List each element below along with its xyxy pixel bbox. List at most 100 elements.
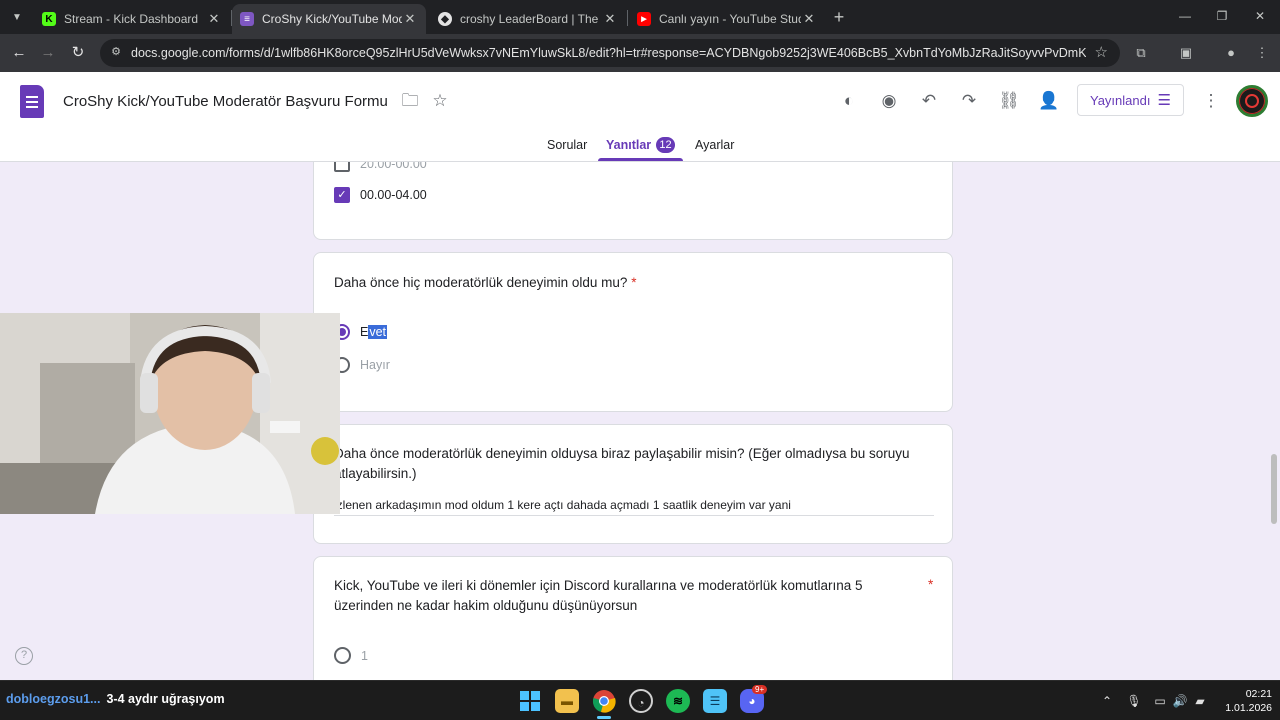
close-window-icon[interactable]: ✕ [1250,6,1270,26]
option-checkbox[interactable]: ✓ 00.00-04.00 [334,187,427,203]
address-bar[interactable]: ⚙ docs.google.com/forms/d/1wlfb86HK8orce… [100,39,1120,67]
link-icon[interactable]: ⛓ [997,89,1021,113]
tab-settings[interactable]: Ayarlar [695,138,734,152]
tab-leaderboard[interactable]: ◆ croshy LeaderBoard | The best ✕ [430,4,626,34]
active-tab-indicator [598,158,683,161]
checkbox-checked[interactable]: ✓ [334,187,350,203]
google-forms-logo-icon[interactable] [20,85,44,118]
bookmark-star-icon[interactable]: ☆ [1095,43,1108,61]
option-radio[interactable]: 1 [334,647,368,664]
tab-youtube-studio[interactable]: ▶ Canlı yayın - YouTube Studio ✕ [629,4,825,34]
chrome-menu-icon[interactable]: ⋮ [1252,43,1272,63]
forms-header: CroShy Kick/YouTube Moderatör Başvuru Fo… [0,72,1280,162]
publish-label: Yayınlandı [1090,92,1151,108]
extensions-icon[interactable]: ⧉ [1131,43,1151,63]
required-asterisk: * [928,577,934,592]
required-asterisk: * [631,275,637,290]
question-title: Daha önce hiç moderatörlük deneyimin old… [334,275,637,290]
more-options-icon[interactable]: ⋮ [1199,89,1223,113]
clock-date: 1.01.2026 [1225,702,1272,714]
undo-icon[interactable]: ↶ [917,89,941,113]
browser-tab-bar: ▼ K Stream - Kick Dashboard ✕ ≡ CroShy K… [0,0,1280,34]
option-label: 00.00-04.00 [360,188,427,202]
webcam-person-image [0,313,340,514]
tab-croshy-form[interactable]: ≡ CroShy Kick/YouTube Moderatö ✕ [232,4,426,34]
tab-title: CroShy Kick/YouTube Moderatö [262,12,402,26]
tab-title: Stream - Kick Dashboard [64,12,199,26]
spotify-icon[interactable]: ≋ [666,689,690,713]
selected-text-highlight: vet [368,325,388,339]
folder-icon[interactable]: 🗀 [398,89,422,113]
tab-title: Canlı yayın - YouTube Studio [659,12,801,26]
battery-icon[interactable]: ▰ [1192,693,1208,709]
option-radio[interactable]: Hayır [334,357,390,373]
site-info-icon[interactable]: ⚙ [108,45,124,61]
avatar[interactable] [1236,85,1268,117]
redo-icon[interactable]: ↷ [957,89,981,113]
forward-icon[interactable]: → [37,42,59,64]
obs-icon[interactable]: ◔ [629,689,653,713]
windows-taskbar: dobloegzosu1... 3-4 aydır uğraşıyom ▬ ◔ ≋… [0,680,1280,720]
chat-message: 3-4 aydır uğraşıyom [106,692,225,706]
question-card-time: 20.00-00.00 ✓ 00.00-04.00 [313,162,953,240]
form-tabs: Sorular Yanıtlar 12 Ayarlar [0,134,1280,162]
network-icon[interactable]: ▭ [1152,693,1168,709]
option-checkbox[interactable]: 20.00-00.00 [334,162,427,172]
responses-count-badge: 12 [656,137,675,153]
add-collaborator-icon[interactable]: 👤 [1037,89,1061,113]
show-hidden-icons-icon[interactable]: ⌃ [1099,693,1115,709]
clock-time: 02:21 [1245,688,1272,700]
close-icon[interactable]: ✕ [602,11,618,27]
checkbox-unchecked[interactable] [334,162,350,172]
tab-search-icon[interactable]: ▼ [6,6,28,28]
profile-icon[interactable]: ● [1221,43,1241,63]
discord-notification-badge: 9+ [752,685,768,694]
star-icon[interactable]: ☆ [428,89,452,113]
radio-unselected[interactable] [334,647,351,664]
webcam-overlay [0,313,340,514]
url-text[interactable]: docs.google.com/forms/d/1wlfb86HK8orceQ9… [131,46,1086,60]
preview-eye-icon[interactable]: ◉ [877,89,901,113]
tab-responses[interactable]: Yanıtlar [606,138,651,152]
kick-icon: K [42,12,56,26]
question-title: Daha önce moderatörlük deneyimin olduysa… [334,446,910,481]
tab-title: croshy LeaderBoard | The best [460,12,602,26]
youtube-icon: ▶ [637,12,651,26]
tab-kick-dashboard[interactable]: K Stream - Kick Dashboard ✕ [34,4,230,34]
close-icon[interactable]: ✕ [206,11,222,27]
question-title: Kick, YouTube ve ileri ki dönemler için … [334,578,863,613]
question-card-experience: Daha önce hiç moderatörlük deneyimin old… [313,252,953,412]
restore-icon[interactable]: ❐ [1212,6,1232,26]
volume-icon[interactable]: 🔊 [1172,693,1188,709]
close-icon[interactable]: ✕ [801,11,817,27]
option-label: 20.00-00.00 [360,162,427,171]
option-label: Hayır [360,358,390,372]
help-icon[interactable]: ? [15,647,33,665]
new-tab-button[interactable]: + [830,7,848,27]
minimize-icon[interactable]: — [1175,6,1195,26]
stream-chat-overlay: dobloegzosu1... 3-4 aydır uğraşıyom [6,692,225,706]
active-app-indicator [597,716,611,719]
google-forms-icon: ≡ [240,12,254,26]
browser-toolbar: ← → ↻ ⚙ docs.google.com/forms/d/1wlfb86H… [0,34,1280,72]
question-card-share: Daha önce moderatörlük deneyimin olduysa… [313,424,953,544]
tab-separator [627,10,628,26]
close-icon[interactable]: ✕ [402,11,418,27]
cast-icon[interactable]: ▣ [1176,43,1196,63]
scrollbar[interactable] [1271,454,1277,524]
file-explorer-icon[interactable]: ▬ [555,689,579,713]
chrome-icon[interactable] [592,689,616,713]
option-label: 1 [361,648,368,663]
tab-questions[interactable]: Sorular [547,138,587,152]
system-clock[interactable]: 02:21 1.01.2026 [1214,687,1272,715]
form-title[interactable]: CroShy Kick/YouTube Moderatör Başvuru Fo… [63,93,388,110]
palette-icon[interactable]: ◐ [837,89,861,113]
microphone-icon[interactable]: 🎙 [1126,693,1142,709]
reload-icon[interactable]: ↻ [67,42,89,64]
option-radio[interactable]: Evet [334,324,388,340]
windows-start-icon[interactable] [518,689,542,713]
notepad-icon[interactable]: ☰ [703,689,727,713]
publish-button[interactable]: Yayınlandı ☰ [1077,84,1184,116]
back-icon[interactable]: ← [8,42,30,64]
text-answer[interactable]: izlenen arkadaşımın mod oldum 1 kere açt… [334,498,934,516]
